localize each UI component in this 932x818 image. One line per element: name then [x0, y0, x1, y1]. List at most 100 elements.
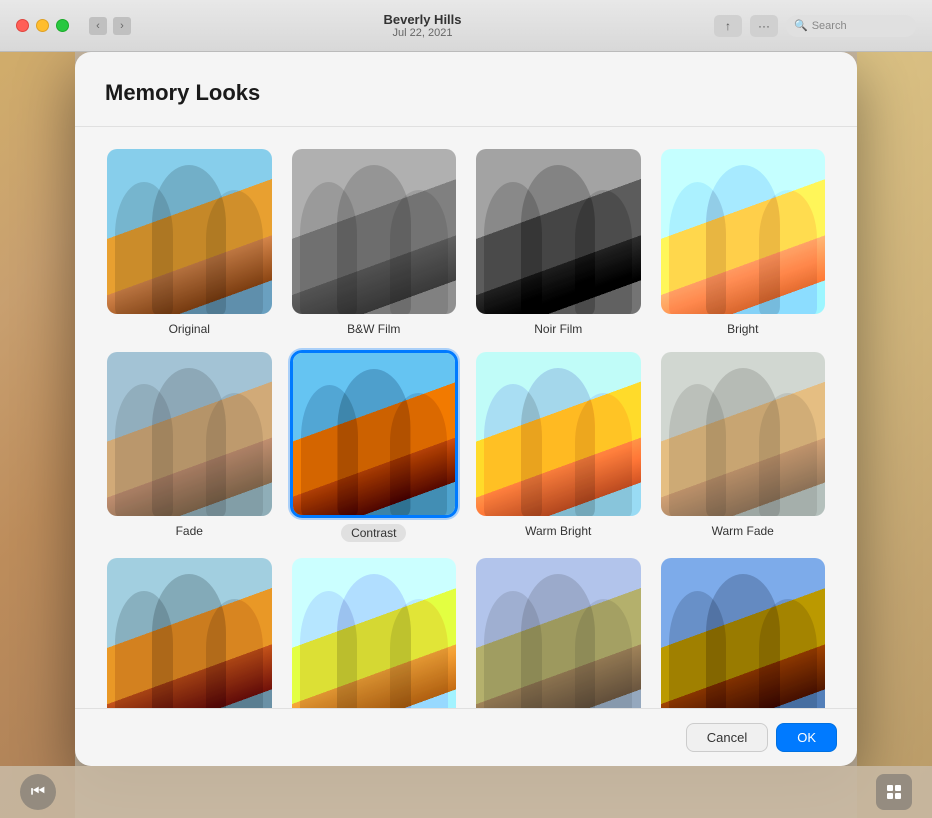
more-button[interactable]: ···: [750, 15, 778, 37]
photo-overlay-cool-contrast: [661, 558, 826, 708]
photo-overlay-cool-bright: [292, 558, 457, 708]
prev-icon: ⏮: [31, 783, 45, 801]
person-left-bright: [669, 182, 727, 314]
look-label-bw-film: B&W Film: [347, 322, 400, 336]
window-chrome: ‹ › Beverly Hills Jul 22, 2021 ↑ ··· 🔍 S…: [0, 0, 932, 52]
person-left-warm-bright: [484, 384, 542, 516]
look-label-wrapper-bw-film: B&W Film: [347, 322, 400, 336]
look-item-noir-film[interactable]: Noir Film: [474, 147, 643, 336]
person-right-bw-film: [390, 190, 448, 313]
look-item-warm-contrast[interactable]: Warm Contrast: [105, 556, 274, 708]
photo-overlay-noir-film: [476, 149, 641, 314]
photo-overlay-warm-fade: [661, 352, 826, 517]
look-label-warm-bright: Warm Bright: [525, 524, 591, 538]
window-toolbar-right: ↑ ··· 🔍 Search: [714, 15, 916, 37]
photo-overlay-bright: [661, 149, 826, 314]
ok-button[interactable]: OK: [776, 723, 837, 752]
minimize-button[interactable]: [36, 19, 49, 32]
grid-icon: [886, 784, 902, 800]
maximize-button[interactable]: [56, 19, 69, 32]
look-item-original[interactable]: Original: [105, 147, 274, 336]
person-right-warm-bright: [575, 393, 633, 516]
person-left-cool-contrast: [669, 591, 727, 708]
person-right-fade: [206, 393, 264, 516]
prev-button[interactable]: ⏮: [20, 774, 56, 810]
modal-header: Memory Looks: [75, 52, 857, 127]
look-label-wrapper-bright: Bright: [727, 322, 758, 336]
person-left-noir-film: [484, 182, 542, 314]
photo-overlay-cool-fade: [476, 558, 641, 708]
look-label-noir-film: Noir Film: [534, 322, 582, 336]
person-left-cool-bright: [300, 591, 358, 708]
look-photo-warm-bright: [476, 352, 641, 517]
look-thumbnail-bright: [659, 147, 828, 316]
person-right-bright: [759, 190, 817, 313]
playback-bar: ⏮: [0, 766, 932, 818]
look-item-warm-fade[interactable]: Warm Fade: [659, 350, 828, 543]
window-title: Beverly Hills: [131, 12, 714, 28]
modal-footer: Cancel OK: [75, 708, 857, 766]
look-label-contrast: Contrast: [351, 526, 396, 540]
memory-looks-modal: Memory Looks Original B&W Film Noir Film Br…: [75, 52, 857, 766]
photo-overlay-original: [107, 149, 272, 314]
look-photo-bw-film: [292, 149, 457, 314]
person-right-cool-contrast: [759, 599, 817, 708]
person-right-warm-contrast: [206, 599, 264, 708]
nav-back-button[interactable]: ‹: [89, 17, 107, 35]
look-thumbnail-warm-bright: [474, 350, 643, 519]
looks-grid: Original B&W Film Noir Film Bright Fade Contr…: [105, 147, 827, 708]
look-label-bright: Bright: [727, 322, 758, 336]
person-right-original: [206, 190, 264, 313]
person-left-warm-fade: [669, 384, 727, 516]
search-box[interactable]: 🔍 Search: [786, 15, 916, 37]
person-left-contrast: [301, 385, 358, 515]
look-item-fade[interactable]: Fade: [105, 350, 274, 543]
look-photo-original: [107, 149, 272, 314]
look-photo-noir-film: [476, 149, 641, 314]
window-subtitle: Jul 22, 2021: [131, 27, 714, 39]
person-left-cool-fade: [484, 591, 542, 708]
look-photo-cool-fade: [476, 558, 641, 708]
look-item-bright[interactable]: Bright: [659, 147, 828, 336]
look-label-warm-fade: Warm Fade: [712, 524, 774, 538]
look-photo-bright: [661, 149, 826, 314]
nav-forward-button[interactable]: ›: [113, 17, 131, 35]
look-item-bw-film[interactable]: B&W Film: [290, 147, 459, 336]
look-photo-cool-bright: [292, 558, 457, 708]
modal-title: Memory Looks: [105, 80, 827, 106]
look-item-cool-fade[interactable]: Cool Fade: [474, 556, 643, 708]
modal-body: Original B&W Film Noir Film Bright Fade Contr…: [75, 127, 857, 708]
look-item-cool-contrast[interactable]: Cool Contrast: [659, 556, 828, 708]
look-item-contrast[interactable]: Contrast: [290, 350, 459, 543]
look-thumbnail-cool-fade: [474, 556, 643, 708]
window-title-area: Beverly Hills Jul 22, 2021: [131, 12, 714, 40]
look-thumbnail-bw-film: [290, 147, 459, 316]
look-item-warm-bright[interactable]: Warm Bright: [474, 350, 643, 543]
window-nav: ‹ ›: [89, 17, 131, 35]
photo-overlay-warm-contrast: [107, 558, 272, 708]
person-right-contrast: [390, 393, 447, 515]
grid-button[interactable]: [876, 774, 912, 810]
person-right-cool-fade: [575, 599, 633, 708]
look-label-original: Original: [169, 322, 210, 336]
look-label-fade: Fade: [176, 524, 203, 538]
look-label-wrapper-warm-fade: Warm Fade: [712, 524, 774, 538]
person-right-warm-fade: [759, 393, 817, 516]
share-button[interactable]: ↑: [714, 15, 742, 37]
look-label-wrapper-contrast: Contrast: [341, 524, 406, 542]
look-thumbnail-warm-contrast: [105, 556, 274, 708]
search-placeholder: Search: [812, 20, 847, 32]
look-thumbnail-noir-film: [474, 147, 643, 316]
look-item-cool-bright[interactable]: Cool Bright: [290, 556, 459, 708]
person-left-original: [115, 182, 173, 314]
cancel-button[interactable]: Cancel: [686, 723, 768, 752]
search-icon: 🔍: [794, 19, 808, 32]
look-photo-warm-contrast: [107, 558, 272, 708]
look-label-wrapper-original: Original: [169, 322, 210, 336]
photo-overlay-contrast: [293, 353, 456, 516]
look-thumbnail-contrast: [290, 350, 459, 519]
photo-overlay-fade: [107, 352, 272, 517]
look-photo-contrast: [293, 353, 456, 516]
close-button[interactable]: [16, 19, 29, 32]
look-label-wrapper-fade: Fade: [176, 524, 203, 538]
